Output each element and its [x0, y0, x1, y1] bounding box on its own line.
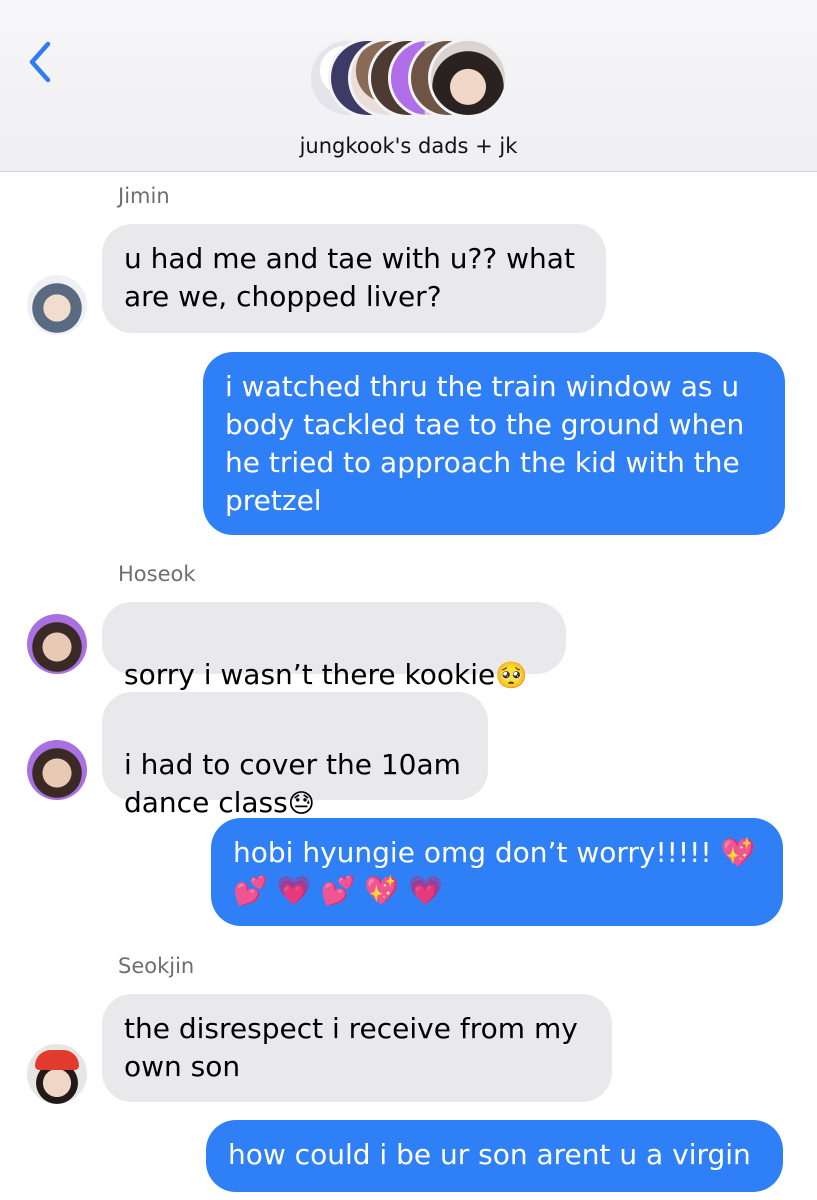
- sent-message-bubble[interactable]: i watched thru the train window as u bod…: [203, 352, 785, 535]
- group-avatar-stack[interactable]: [0, 38, 817, 118]
- sender-avatar[interactable]: [27, 740, 87, 800]
- conversation-title[interactable]: jungkook's dads + jk: [0, 134, 817, 158]
- received-message-bubble[interactable]: sorry i wasn’t there kookie🥺: [102, 602, 566, 691]
- received-message-bubble[interactable]: u had me and tae with u?? what are we, c…: [102, 224, 606, 333]
- conversation-header: jungkook's dads + jk: [0, 0, 817, 172]
- pleading-face-icon: 🥺: [495, 661, 528, 691]
- message-text: sorry i wasn’t there kookie: [124, 658, 496, 691]
- sender-name: Jimin: [118, 184, 170, 208]
- sender-avatar[interactable]: [27, 1044, 87, 1104]
- sent-message-bubble[interactable]: hobi hyungie omg don’t worry!!!!! 💖 💕 💗 …: [211, 818, 783, 926]
- group-member-avatar: [428, 38, 508, 118]
- sender-avatar[interactable]: [27, 275, 87, 335]
- sent-message-bubble[interactable]: how could i be ur son arent u a virgin: [206, 1120, 783, 1192]
- sender-avatar[interactable]: [27, 614, 87, 674]
- red-cap-icon: [35, 1050, 79, 1070]
- sender-name: Seokjin: [118, 954, 195, 978]
- received-message-bubble[interactable]: i had to cover the 10am dance class😓: [102, 692, 488, 819]
- downcast-sweat-face-icon: 😓: [287, 789, 315, 819]
- sender-name: Hoseok: [118, 562, 196, 586]
- received-message-bubble[interactable]: the disrespect i receive from my own son: [102, 994, 612, 1102]
